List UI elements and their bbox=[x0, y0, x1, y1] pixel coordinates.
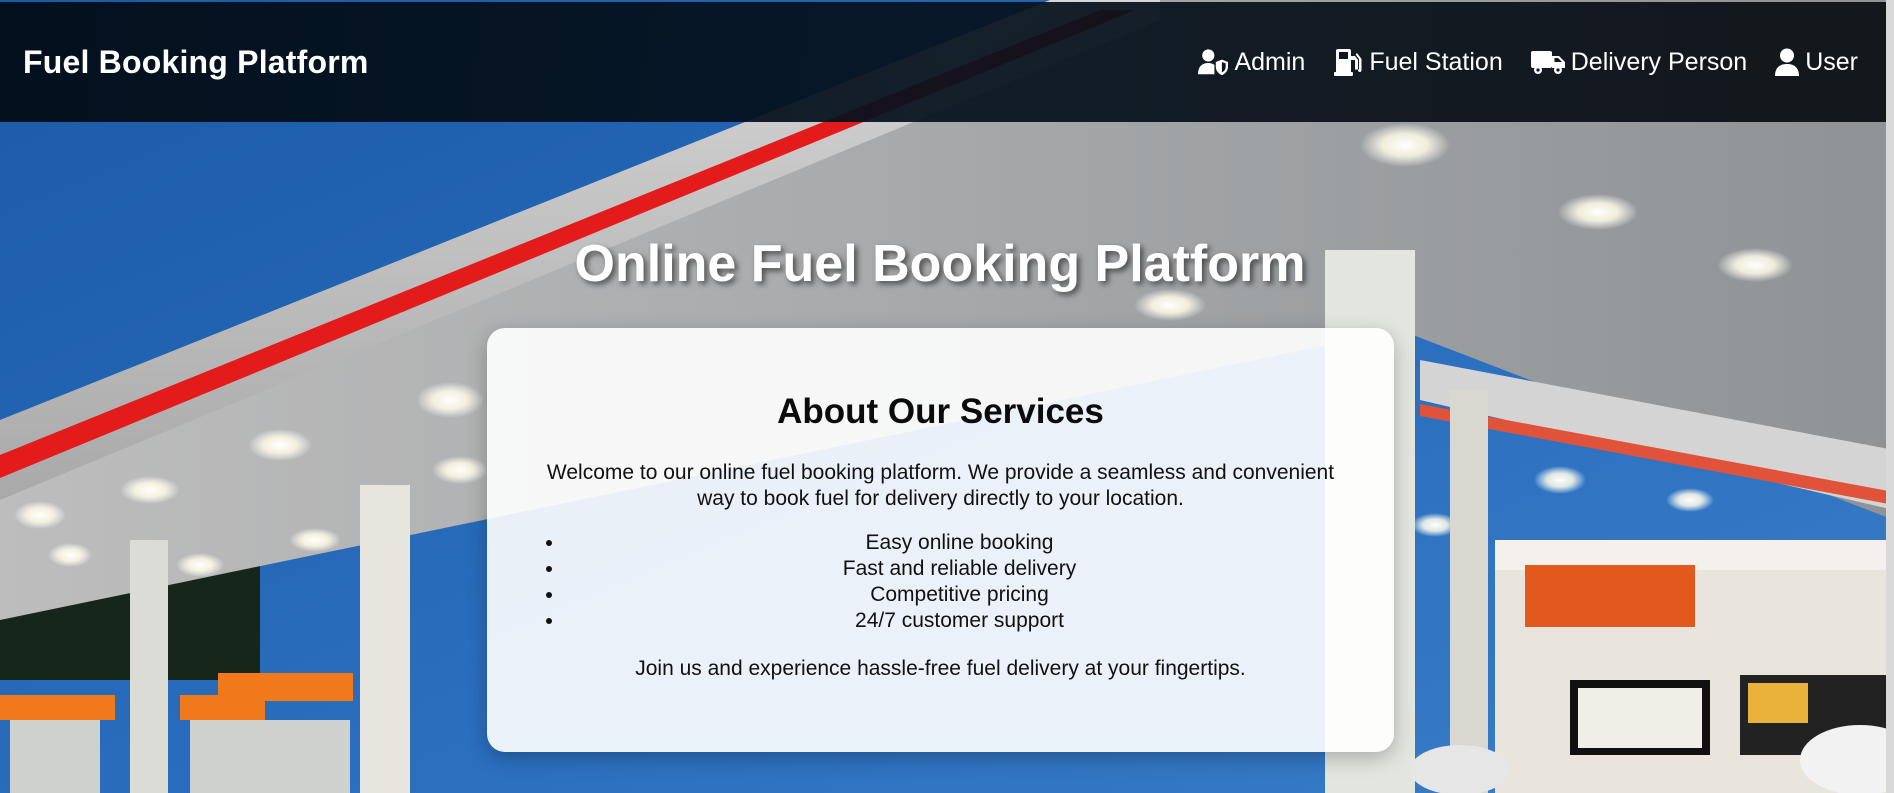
hero-title: Online Fuel Booking Platform bbox=[574, 235, 1306, 293]
nav-user-label: User bbox=[1805, 47, 1858, 76]
nav-delivery-person-label: Delivery Person bbox=[1570, 47, 1748, 76]
nav-admin-link[interactable]: Admin bbox=[1198, 48, 1305, 77]
about-intro: Welcome to our online fuel booking platf… bbox=[546, 461, 1335, 510]
gas-pump-icon bbox=[1334, 49, 1362, 76]
nav-user-link[interactable]: User bbox=[1775, 48, 1858, 77]
brand-title[interactable]: Fuel Booking Platform bbox=[23, 44, 369, 81]
about-card: About Our Services Welcome to our online… bbox=[487, 328, 1394, 752]
user-shield-icon bbox=[1198, 49, 1229, 76]
nav-links: Admin Fuel Station Delivery Person User bbox=[1170, 48, 1858, 77]
scrollbar[interactable] bbox=[1886, 0, 1894, 793]
truck-icon bbox=[1530, 51, 1565, 74]
list-item: Competitive pricing bbox=[565, 582, 1354, 608]
nav-fuel-station-link[interactable]: Fuel Station bbox=[1333, 47, 1503, 77]
list-item: 24/7 customer support bbox=[565, 608, 1354, 634]
list-item: Fast and reliable delivery bbox=[565, 556, 1354, 582]
about-closing: Join us and experience hassle-free fuel … bbox=[635, 657, 1246, 680]
user-icon bbox=[1775, 48, 1800, 76]
feature-list: Easy online booking Fast and reliable de… bbox=[527, 530, 1354, 634]
navbar: Fuel Booking Platform Admin Fuel Station… bbox=[0, 2, 1886, 122]
about-heading: About Our Services bbox=[777, 392, 1104, 431]
list-item: Easy online booking bbox=[565, 530, 1354, 556]
nav-admin-label: Admin bbox=[1234, 47, 1306, 76]
page: Fuel Booking Platform Admin Fuel Station… bbox=[0, 0, 1894, 793]
nav-fuel-station-label: Fuel Station bbox=[1369, 47, 1503, 76]
nav-delivery-person-link[interactable]: Delivery Person bbox=[1530, 47, 1748, 77]
